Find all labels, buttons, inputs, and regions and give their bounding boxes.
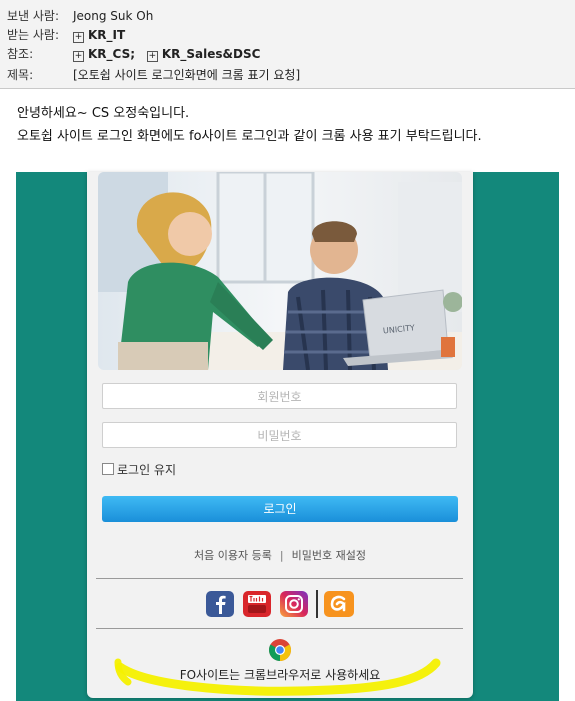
recipient-kr-it[interactable]: + KR_IT xyxy=(73,26,125,44)
account-links: 처음 이용자 등록 | 비밀번호 재설정 xyxy=(87,547,473,563)
remember-label: 로그인 유지 xyxy=(117,463,177,477)
first-time-register-link[interactable]: 처음 이용자 등록 xyxy=(194,549,272,562)
body-request: 오토쉽 사이트 로그인 화면에도 fo사이트 로그인과 같이 크롬 사용 표기 … xyxy=(17,129,482,144)
member-id-input[interactable]: 회원번호 xyxy=(102,383,457,409)
recipient-kr-cs[interactable]: + KR_CS; xyxy=(73,45,135,63)
login-card: UNICITY 회원번호 비밀번호 로그인 유지 로그인 처음 이용자 등록 | 비… xyxy=(87,172,473,698)
embedded-login-screenshot: UNICITY 회원번호 비밀번호 로그인 유지 로그인 처음 이용자 등록 | 비… xyxy=(16,172,559,701)
plus-box-icon[interactable]: + xyxy=(146,51,158,62)
to-value: + KR_IT xyxy=(73,26,133,44)
divider-top xyxy=(96,578,463,579)
recipient-name: KR_IT xyxy=(88,28,126,42)
subject-label: 제목: xyxy=(7,68,34,82)
subject-value: [오토쉽 사이트 로그인화면에 크롬 표기 요청] xyxy=(73,68,301,82)
from-label: 보낸 사람: xyxy=(7,9,60,23)
login-button[interactable]: 로그인 xyxy=(102,496,458,522)
divider-bottom xyxy=(96,628,463,629)
recipient-kr-sales-dsc[interactable]: + KR_Sales&DSC xyxy=(146,45,261,63)
remember-checkbox[interactable] xyxy=(102,463,114,475)
body-greeting: 안녕하세요~ CS 오정숙입니다. xyxy=(17,106,190,121)
youtube-icon[interactable] xyxy=(242,591,272,617)
chrome-notice: FO사이트는 크롬브라우저로 사용하세요 xyxy=(179,668,381,682)
recipient-name: KR_CS; xyxy=(88,47,136,61)
brand-app-icon[interactable] xyxy=(323,591,355,617)
to-label: 받는 사람: xyxy=(7,28,60,42)
recipient-name: KR_Sales&DSC xyxy=(161,47,261,61)
email-header: 보낸 사람: Jeong Suk Oh 받는 사람: + KR_IT 참조: + K… xyxy=(0,0,575,89)
plus-box-icon[interactable]: + xyxy=(73,32,84,43)
hero-photo: UNICITY xyxy=(98,172,462,370)
chrome-icon xyxy=(269,639,291,661)
facebook-icon[interactable] xyxy=(205,591,235,617)
plus-box-icon[interactable]: + xyxy=(73,51,84,62)
password-input[interactable]: 비밀번호 xyxy=(102,422,457,448)
link-separator: | xyxy=(279,549,284,562)
instagram-icon[interactable] xyxy=(279,591,309,617)
cc-label: 참조: xyxy=(7,47,34,61)
reset-password-link[interactable]: 비밀번호 재설정 xyxy=(292,549,366,562)
social-divider xyxy=(316,590,318,618)
cc-value: + KR_CS; + KR_Sales&DSC xyxy=(73,45,268,63)
from-value[interactable]: Jeong Suk Oh xyxy=(73,7,153,25)
remember-login[interactable]: 로그인 유지 xyxy=(102,463,176,477)
header-divider xyxy=(0,88,575,89)
